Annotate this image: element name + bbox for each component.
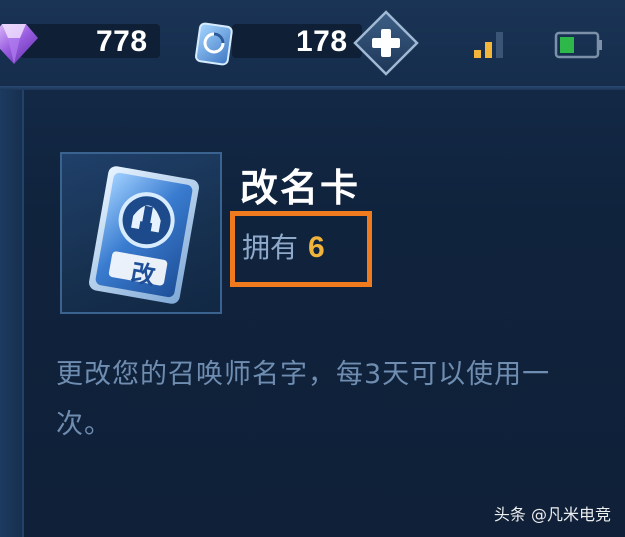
rename-card-thumbnail: 改 xyxy=(60,152,222,314)
side-panel-edge xyxy=(0,90,24,537)
plus-icon[interactable] xyxy=(352,9,420,77)
rename-coupon-icon xyxy=(195,22,233,66)
watermark: 头条 @凡米电竞 xyxy=(493,505,611,524)
item-detail-screen: 778 178 改 改名卡 拥有 6 更改您的召唤师名字，每3天可以使用一次。 … xyxy=(0,0,625,537)
signal-strength-icon xyxy=(474,32,503,58)
rename-card-icon: 改 xyxy=(89,166,199,304)
item-description: 更改您的召唤师名字，每3天可以使用一次。 xyxy=(56,359,551,440)
purple-diamond-icon xyxy=(0,24,38,64)
coupon-count: 178 xyxy=(296,25,348,58)
card-glyph: 改 xyxy=(129,259,157,291)
battery-icon xyxy=(554,31,602,59)
item-title: 改名卡 xyxy=(240,166,361,210)
gem-count: 778 xyxy=(96,25,148,58)
resource-bar: 778 178 xyxy=(0,0,625,86)
highlight-annotation-box xyxy=(230,211,372,287)
topbar-divider xyxy=(0,86,625,90)
